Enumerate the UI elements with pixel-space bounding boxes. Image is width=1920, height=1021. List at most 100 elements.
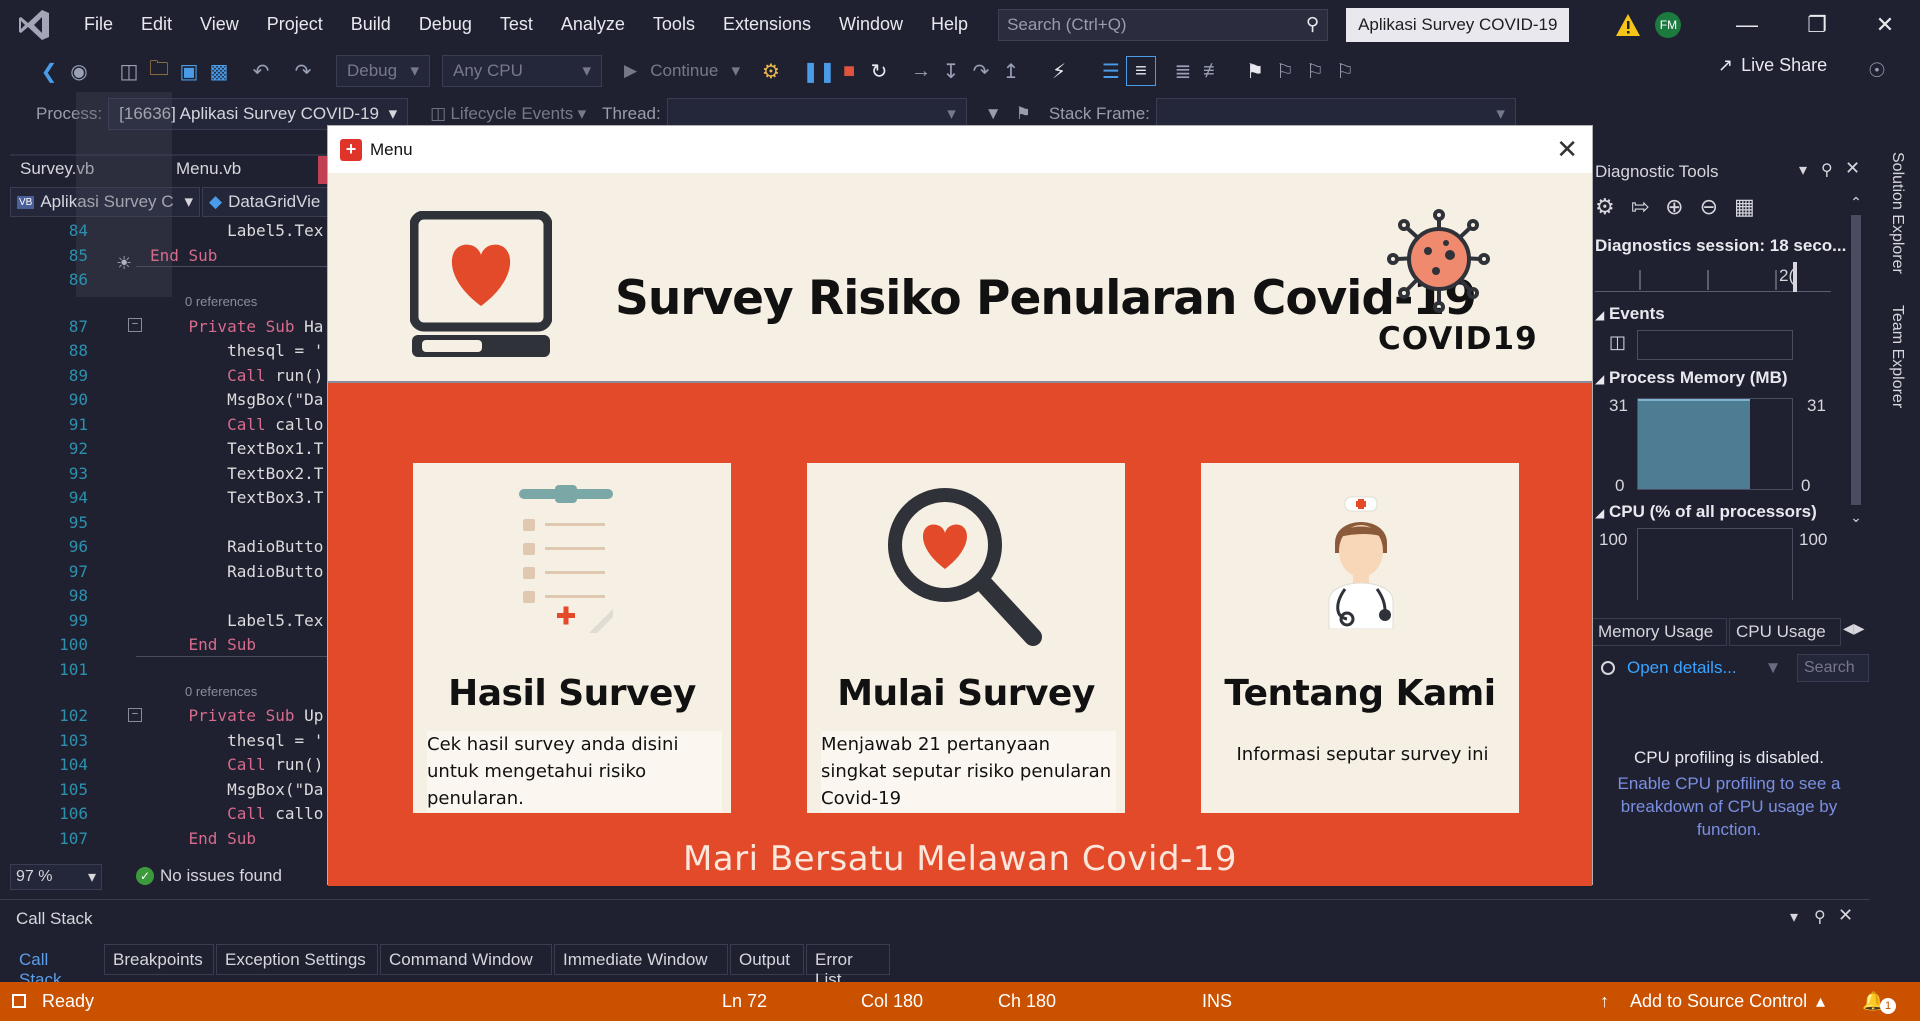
indent-icon[interactable]: ≣ [1168, 56, 1198, 86]
step-out-icon[interactable]: ↥ [996, 56, 1026, 86]
code-line[interactable]: thesql = ' [150, 339, 323, 364]
code-line[interactable]: Call callo [150, 802, 323, 827]
expand-icon[interactable]: ◢ [1595, 372, 1604, 386]
code-line[interactable]: Private Sub Up [150, 704, 324, 729]
pin-icon[interactable]: ⚲ [1821, 160, 1833, 180]
config-dropdown[interactable]: Debug ▾ [336, 55, 430, 87]
panel-menu-icon[interactable]: ▾ [1790, 907, 1798, 927]
tab-exception-settings[interactable]: Exception Settings [216, 944, 378, 975]
status-line[interactable]: Ln 72 [722, 991, 767, 1012]
minimize-icon[interactable]: — [1712, 0, 1782, 49]
scroll-thumb[interactable] [1851, 215, 1861, 505]
tab-immediate-window[interactable]: Immediate Window [554, 944, 728, 975]
open-folder-icon[interactable]: 🗀 [144, 56, 174, 86]
tab-breakpoints[interactable]: Breakpoints [104, 944, 214, 975]
zoom-in-icon[interactable]: ⊕ [1665, 194, 1683, 220]
code-line[interactable]: End Sub [150, 827, 256, 852]
chevron-up-icon[interactable]: ▴ [1816, 991, 1825, 1012]
member-nav-dropdown[interactable]: ◆ DataGridVie [202, 187, 332, 217]
card-hasil-survey[interactable]: Hasil Survey Cek hasil survey anda disin… [413, 463, 731, 813]
memory-graph[interactable] [1637, 398, 1793, 490]
diagnostics-search-input[interactable]: Search [1797, 654, 1869, 682]
code-line[interactable]: TextBox2.T [150, 462, 323, 487]
warning-icon[interactable] [1615, 13, 1641, 37]
menu-debug[interactable]: Debug [405, 0, 486, 49]
code-line[interactable]: End Sub [150, 633, 256, 658]
save-all-icon[interactable]: ▩ [204, 56, 234, 86]
bookmark-clear-icon[interactable]: ⚐ [1330, 56, 1360, 86]
new-project-icon[interactable]: ◫ [114, 56, 144, 86]
panel-close-icon[interactable]: ✕ [1845, 158, 1860, 179]
live-share-button[interactable]: ↗ Live Share [1718, 55, 1827, 76]
tab-error-list[interactable]: Error List [806, 944, 890, 989]
close-icon[interactable]: ✕ [1850, 0, 1920, 49]
tab-command-window[interactable]: Command Window [380, 944, 552, 975]
search-input[interactable]: Search (Ctrl+Q) ⚲ [998, 8, 1329, 41]
bookmark-next-icon[interactable]: ⚐ [1300, 56, 1330, 86]
undo-icon[interactable]: ↶ [246, 56, 276, 86]
expand-icon[interactable]: ◢ [1595, 506, 1604, 520]
code-line[interactable]: Call run() [150, 364, 323, 389]
code-lens-references[interactable]: 0 references [185, 684, 257, 699]
continue-button[interactable]: ▶ Continue ▾ [614, 55, 750, 87]
zoom-out-icon[interactable]: ⊖ [1700, 194, 1718, 220]
panel-scrollbar[interactable]: ⌃ ⌄ [1845, 194, 1867, 604]
menu-analyze[interactable]: Analyze [547, 0, 639, 49]
panel-menu-icon[interactable]: ▾ [1799, 160, 1807, 180]
open-details-link[interactable]: Open details... [1627, 658, 1737, 678]
save-icon[interactable]: ▣ [174, 56, 204, 86]
tab-memory-usage[interactable]: Memory Usage [1591, 618, 1727, 646]
menu-build[interactable]: Build [337, 0, 405, 49]
tab-call-stack[interactable]: Call Stack [10, 944, 100, 989]
scroll-down-icon[interactable]: ⌄ [1845, 509, 1867, 526]
collapse-icon[interactable]: − [128, 318, 142, 332]
filter-icon[interactable]: ▼ [1765, 658, 1782, 678]
code-line[interactable]: Label5.Tex [150, 609, 323, 634]
code-line[interactable]: TextBox3.T [150, 486, 323, 511]
tab-menu-vb[interactable]: Menu.vb [166, 154, 316, 184]
flag-icon[interactable]: ⚑ [1016, 104, 1031, 124]
issues-indicator[interactable]: ✓ No issues found [136, 866, 282, 886]
step-into-icon[interactable]: ↧ [936, 56, 966, 86]
restart-icon[interactable]: ↻ [864, 56, 894, 86]
code-lens-references[interactable]: 0 references [185, 294, 257, 309]
menu-test[interactable]: Test [486, 0, 547, 49]
side-tab-team-explorer[interactable]: Team Explorer [1880, 305, 1906, 425]
reset-view-icon[interactable]: ▦ [1734, 194, 1755, 220]
hot-reload-icon[interactable]: ⚡ [1044, 56, 1074, 86]
back-icon[interactable]: ❮ [34, 56, 64, 86]
status-char[interactable]: Ch 180 [998, 991, 1056, 1012]
redo-icon[interactable]: ↷ [288, 56, 318, 86]
menu-tools[interactable]: Tools [639, 0, 709, 49]
menu-edit[interactable]: Edit [127, 0, 186, 49]
record-icon[interactable] [1601, 661, 1615, 675]
sun-icon[interactable]: ☀ [116, 253, 132, 274]
platform-dropdown[interactable]: Any CPU ▾ [442, 55, 602, 87]
code-line[interactable]: thesql = ' [150, 729, 323, 754]
code-line[interactable]: RadioButto [150, 560, 323, 585]
code-line[interactable]: MsgBox("Da [150, 388, 323, 413]
stack-icon[interactable]: ≡ [1126, 56, 1156, 86]
menu-window[interactable]: Window [825, 0, 917, 49]
side-tab-solution-explorer[interactable]: Solution Explorer [1880, 152, 1906, 292]
enable-cpu-profiling-link[interactable]: Enable CPU profiling to see a breakdown … [1599, 772, 1859, 841]
expand-icon[interactable]: ◢ [1595, 308, 1604, 322]
filter-icon[interactable]: ▼ [985, 104, 1002, 124]
pause-icon[interactable]: ❚❚ [802, 56, 836, 86]
stop-icon[interactable]: ■ [834, 56, 864, 86]
menu-file[interactable]: File [70, 0, 127, 49]
zoom-dropdown[interactable]: 97 % ▾ [10, 864, 102, 890]
card-tentang-kami[interactable]: Tentang Kami Informasi seputar survey in… [1201, 463, 1519, 813]
code-line[interactable]: Call run() [150, 753, 323, 778]
menu-project[interactable]: Project [253, 0, 337, 49]
export-icon[interactable]: ⇰ [1631, 194, 1649, 220]
code-line[interactable]: MsgBox("Da [150, 778, 323, 803]
timeline-ruler[interactable]: 2( [1595, 262, 1831, 292]
show-next-statement-icon[interactable]: → [906, 56, 936, 86]
forward-icon[interactable]: ◉ [64, 56, 94, 86]
code-line[interactable]: Label5.Tex [150, 219, 323, 244]
events-toggle-icon[interactable]: ◫ [1609, 332, 1626, 353]
code-line[interactable]: Private Sub Ha [150, 315, 324, 340]
cpu-graph[interactable] [1637, 528, 1793, 600]
menu-help[interactable]: Help [917, 0, 982, 49]
